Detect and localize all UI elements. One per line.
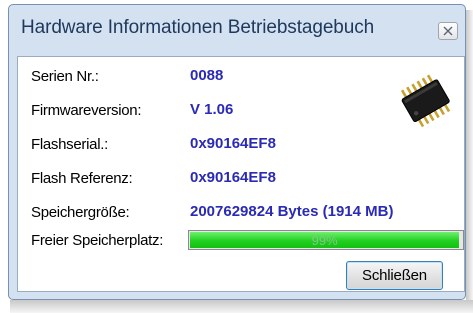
firmware-version-label: Firmwareversion: — [31, 102, 142, 119]
flash-reference-label: Flash Referenz: — [31, 170, 133, 187]
free-space-progress-bar: 99% — [188, 230, 464, 250]
firmware-version-value: V 1.06 — [190, 101, 234, 118]
flash-serial-label: Flashserial.: — [31, 136, 108, 153]
close-window-button[interactable] — [438, 22, 458, 40]
flash-serial-value: 0x90164EF8 — [190, 135, 276, 152]
memory-size-value: 2007629824 Bytes (1914 MB) — [190, 203, 394, 220]
flash-reference-value: 0x90164EF8 — [190, 169, 276, 186]
memory-chip-icon — [400, 74, 451, 128]
close-button[interactable]: Schließen — [346, 261, 443, 290]
window-shadow-bottom — [10, 300, 473, 313]
window-title: Hardware Informationen Betriebstagebuch — [21, 17, 375, 38]
window-shadow-right — [466, 10, 473, 305]
free-space-label: Freier Speicherplatz: — [31, 232, 164, 249]
serial-number-label: Serien Nr.: — [31, 68, 99, 85]
free-space-percent: 99% — [311, 232, 338, 248]
close-icon — [443, 26, 453, 36]
free-space-progress-fill: 99% — [190, 232, 460, 248]
serial-number-value: 0088 — [190, 67, 224, 84]
memory-size-label: Speichergröße: — [31, 204, 130, 221]
